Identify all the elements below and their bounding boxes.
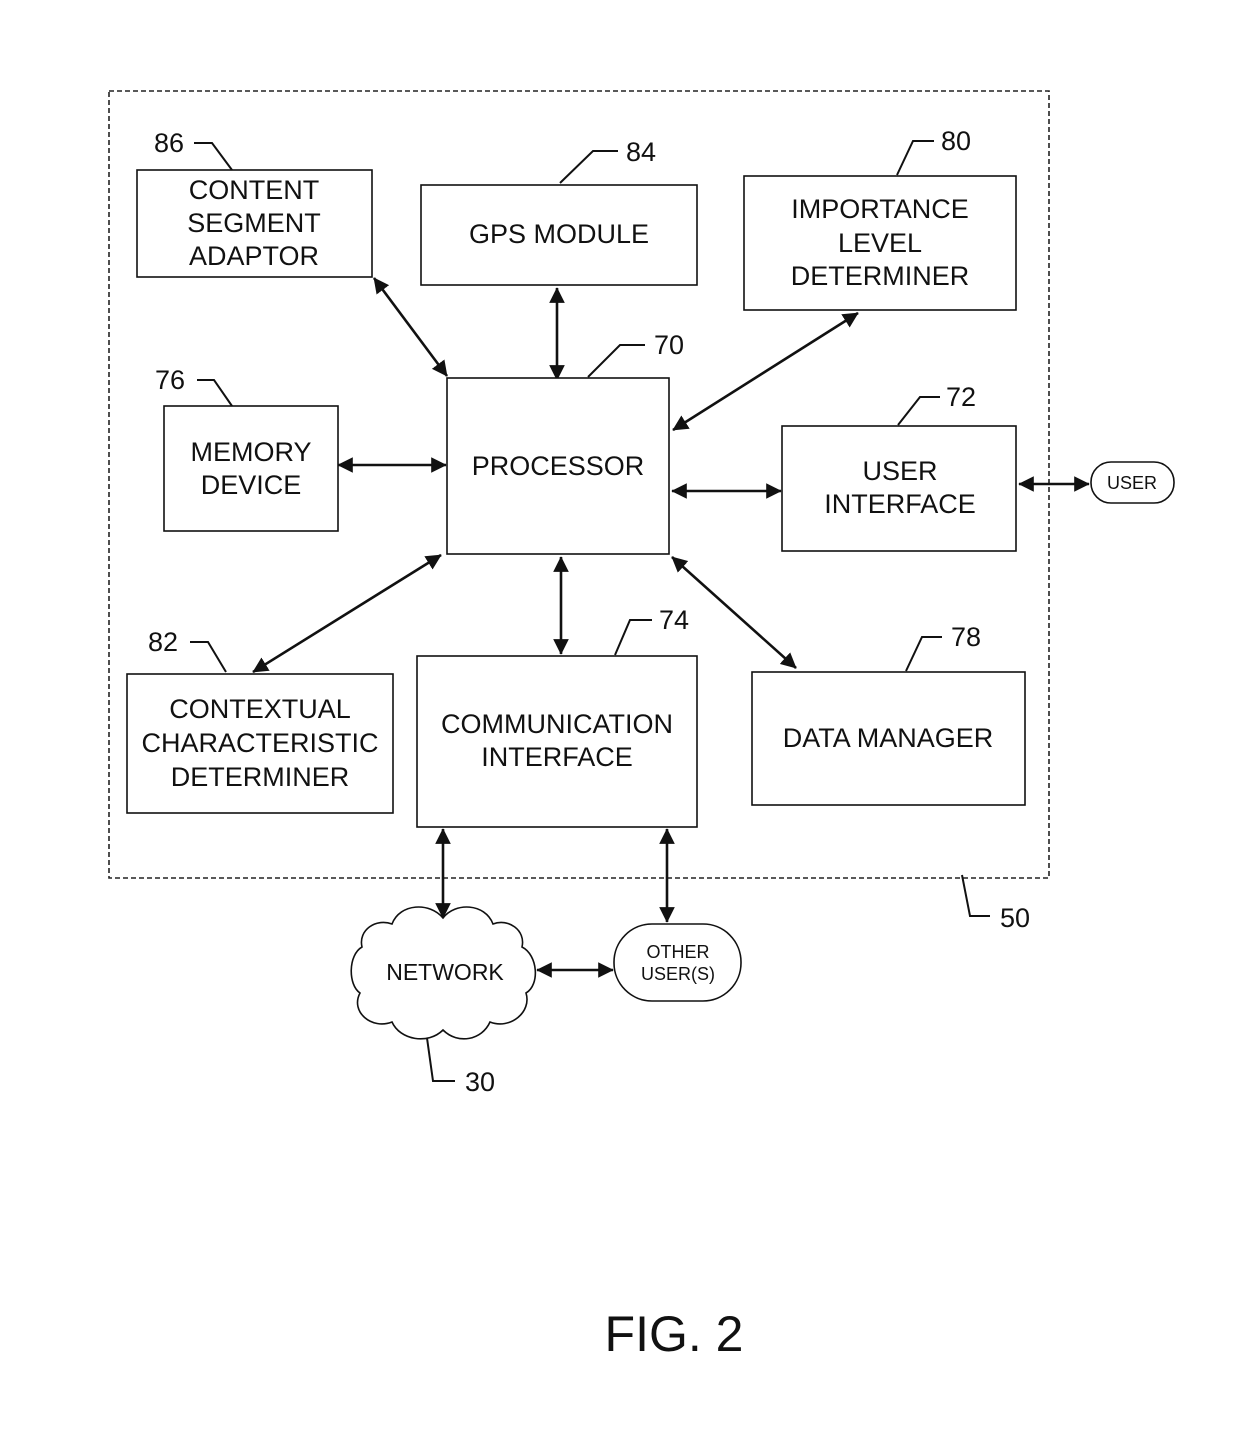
leader-line <box>961 874 990 917</box>
external-network[interactable]: NETWORK <box>350 906 537 1040</box>
connector-processor-contextual <box>252 553 442 674</box>
connector-importance-processor <box>672 311 859 432</box>
ref-callout-80: 80 <box>896 126 971 176</box>
ref-number: 30 <box>465 1067 495 1097</box>
leader-line <box>190 641 227 673</box>
connector-processor-datamanager <box>671 556 797 669</box>
ref-number: 72 <box>946 382 976 412</box>
block-label-line: MEMORY <box>190 437 311 467</box>
leader-line <box>905 636 942 672</box>
leader-line <box>897 396 940 426</box>
figure-caption: FIG. 2 <box>605 1306 744 1362</box>
block-label-line: USER <box>862 456 937 486</box>
block-label-line: DEVICE <box>201 470 302 500</box>
ref-number: 70 <box>654 330 684 360</box>
block-label-line: ADAPTOR <box>189 241 319 271</box>
ref-callout-76: 76 <box>155 365 233 407</box>
ref-number: 76 <box>155 365 185 395</box>
leader-line <box>587 344 645 378</box>
block-label-line: INTERFACE <box>824 489 976 519</box>
ref-callout-70: 70 <box>587 330 684 378</box>
block-label-line: COMMUNICATION <box>441 709 673 739</box>
block-content-segment-adaptor[interactable]: CONTENT SEGMENT ADAPTOR <box>136 169 373 278</box>
ref-callout-74: 74 <box>614 605 689 656</box>
block-processor[interactable]: PROCESSOR <box>446 377 670 555</box>
ref-number: 74 <box>659 605 689 635</box>
leader-line <box>197 379 233 407</box>
external-other-users[interactable]: OTHER USER(S) <box>613 923 742 1002</box>
other-users-label-line: USER(S) <box>641 964 715 984</box>
block-data-manager[interactable]: DATA MANAGER <box>751 671 1026 806</box>
block-communication-interface[interactable]: COMMUNICATION INTERFACE <box>416 655 698 828</box>
block-label-line: SEGMENT <box>187 208 321 238</box>
other-users-label-line: OTHER <box>647 942 710 962</box>
connector-adaptor-processor <box>372 277 449 377</box>
block-label-line: GPS MODULE <box>469 219 649 249</box>
block-label-line: PROCESSOR <box>472 451 645 481</box>
block-importance-level-determiner[interactable]: IMPORTANCE LEVEL DETERMINER <box>743 175 1017 311</box>
other-users-terminal-frame <box>613 923 742 1002</box>
user-terminal-label: USER <box>1107 473 1157 493</box>
leader-line <box>559 150 618 184</box>
ref-callout-84: 84 <box>559 137 656 184</box>
block-label-line: CHARACTERISTIC <box>141 728 378 758</box>
block-diagram: CONTENT SEGMENT ADAPTOR 86 GPS MODULE 84… <box>108 90 1175 1362</box>
block-gps-module[interactable]: GPS MODULE <box>420 184 698 286</box>
block-user-interface[interactable]: USER INTERFACE <box>781 425 1017 552</box>
leader-line <box>426 1037 455 1082</box>
block-contextual-characteristic-determiner[interactable]: CONTEXTUAL CHARACTERISTIC DETERMINER <box>126 673 394 814</box>
ref-callout-30: 30 <box>426 1037 495 1097</box>
ref-callout-50: 50 <box>961 874 1030 933</box>
ref-number: 86 <box>154 128 184 158</box>
ref-number: 78 <box>951 622 981 652</box>
block-label-line: CONTENT <box>189 175 320 205</box>
block-memory-device[interactable]: MEMORY DEVICE <box>163 405 339 532</box>
block-label-line: CONTEXTUAL <box>169 694 351 724</box>
leader-line <box>896 140 934 176</box>
block-frame <box>163 405 339 532</box>
leader-line <box>614 619 652 656</box>
block-label-line: LEVEL <box>838 228 922 258</box>
ref-number: 84 <box>626 137 656 167</box>
block-label-line: DETERMINER <box>171 762 350 792</box>
leader-line <box>194 142 233 171</box>
external-user[interactable]: USER <box>1090 461 1175 504</box>
block-label-line: IMPORTANCE <box>791 194 969 224</box>
block-label-line: DETERMINER <box>791 261 970 291</box>
ref-number: 80 <box>941 126 971 156</box>
ref-callout-78: 78 <box>905 622 981 672</box>
ref-callout-86: 86 <box>154 128 233 171</box>
block-label-line: INTERFACE <box>481 742 633 772</box>
ref-number: 50 <box>1000 903 1030 933</box>
block-label-line: DATA MANAGER <box>783 723 994 753</box>
ref-callout-72: 72 <box>897 382 976 426</box>
ref-number: 82 <box>148 627 178 657</box>
network-label: NETWORK <box>386 959 504 985</box>
ref-callout-82: 82 <box>148 627 227 673</box>
